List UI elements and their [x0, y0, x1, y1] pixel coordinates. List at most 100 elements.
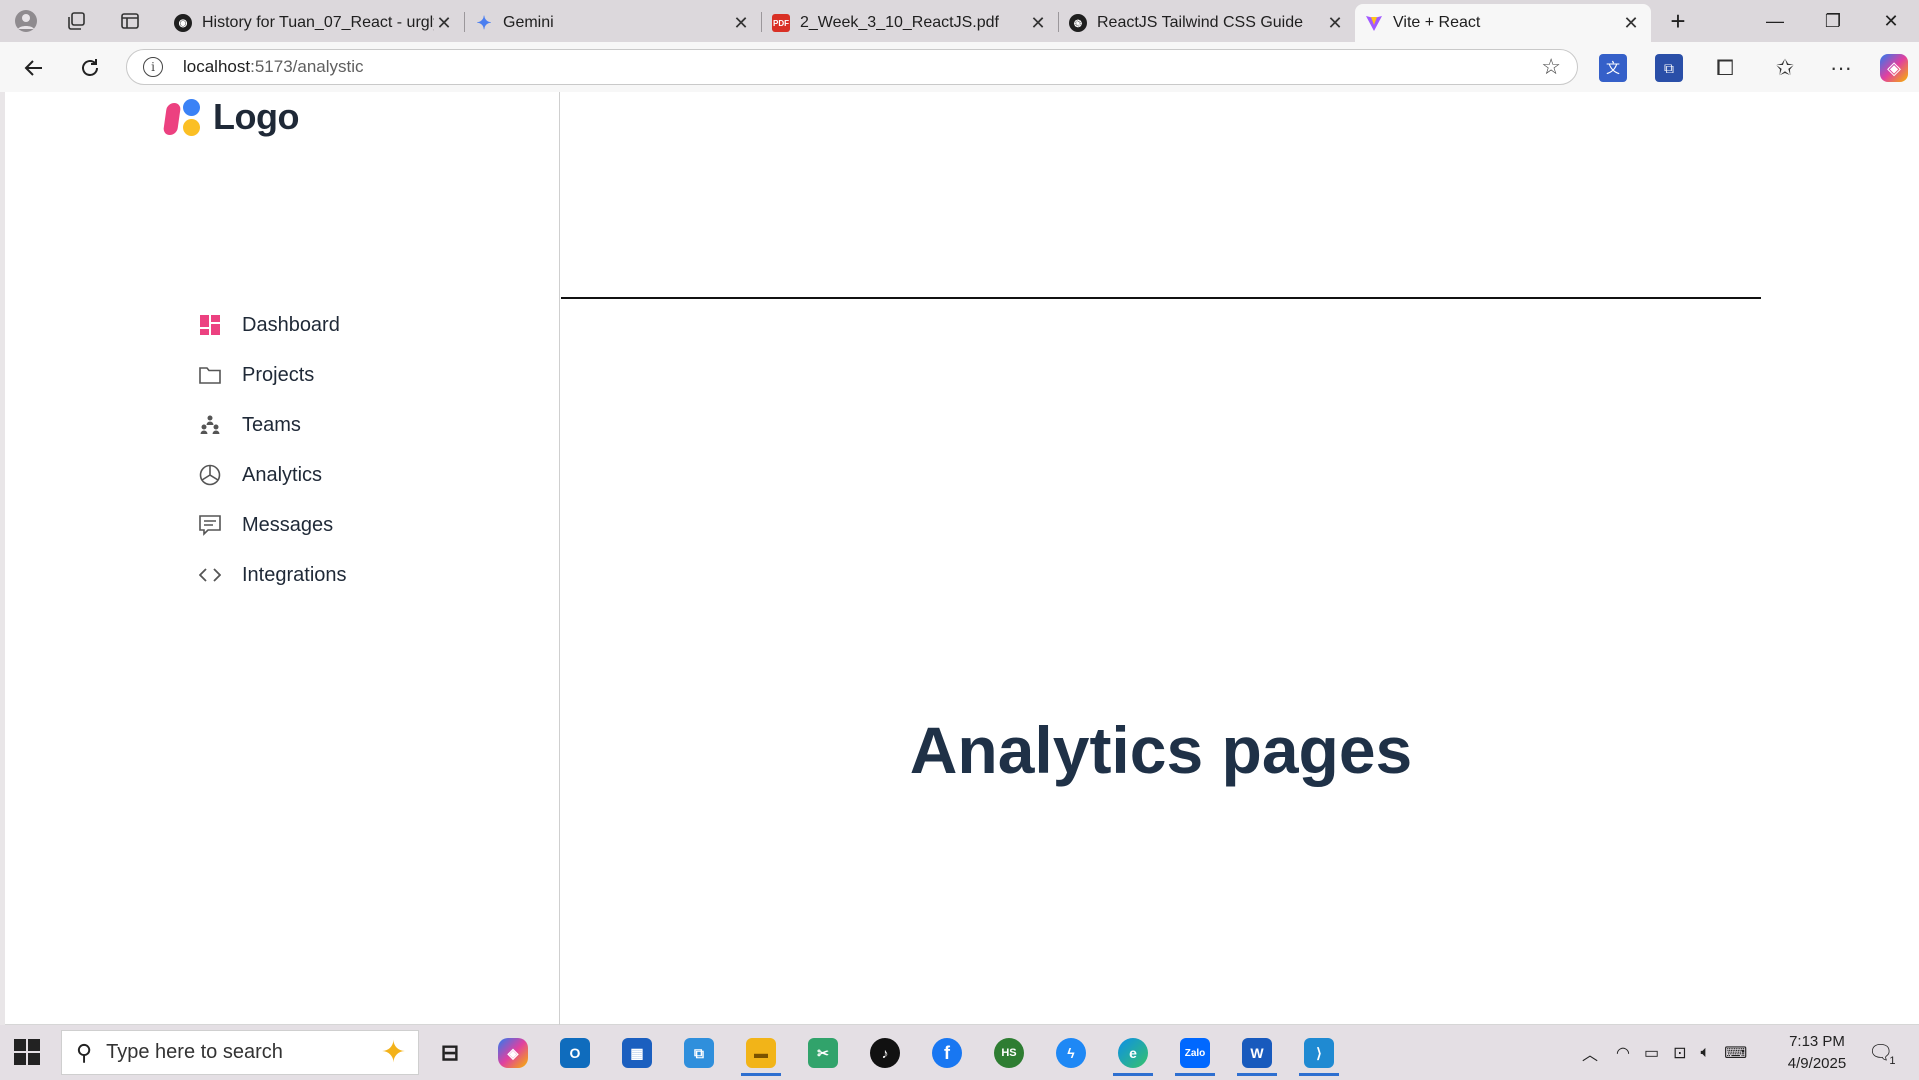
sidebar-item-label: Analytics [242, 463, 323, 486]
close-icon[interactable]: ✕ [1028, 13, 1048, 34]
pdf-icon: PDF [772, 14, 790, 32]
windows-taskbar: ⚲ Type here to search ✦ ⊟ ◈ O ▦ ⧉ ▬ ✂ ♪ … [0, 1025, 1919, 1080]
sidebar-item-integrations[interactable]: Integrations [197, 550, 347, 600]
url-path: :5173/analystic [250, 57, 364, 76]
volume-icon[interactable]: 🔈︎ [1701, 1044, 1711, 1062]
clock-time: 7:13 PM [1789, 1033, 1845, 1050]
tiktok-icon[interactable]: ♪ [860, 1033, 910, 1073]
taskbar-search[interactable]: ⚲ Type here to search ✦ [61, 1030, 419, 1075]
vscode-icon[interactable]: ⟩ [1294, 1033, 1344, 1076]
sidebar-item-label: Dashboard [242, 313, 340, 336]
reload-button[interactable] [74, 52, 106, 84]
tab-title: ReactJS Tailwind CSS Guide [1097, 14, 1304, 31]
close-window-button[interactable]: ✕ [1863, 0, 1919, 42]
clock-date: 4/9/2025 [1787, 1055, 1847, 1072]
sparkle-icon: ✦ [380, 1036, 406, 1069]
vite-icon [1365, 14, 1383, 32]
tab-title: History for Tuan_07_React - urgly [202, 14, 434, 31]
sidebar-item-label: Teams [242, 413, 301, 436]
pie-chart-icon [197, 462, 223, 488]
address-toolbar: i localhost:5173/analystic ☆ 文 ⧉ ⧠ ✩ ···… [0, 42, 1919, 92]
extension-icon[interactable]: ⧉ [1655, 54, 1683, 82]
facebook-icon[interactable]: f [922, 1033, 972, 1073]
tab-github[interactable]: ◉ History for Tuan_07_React - urgly ✕ [164, 4, 464, 42]
url-host: localhost [183, 57, 251, 76]
battery-icon[interactable]: ▭ [1644, 1043, 1659, 1063]
zalo-icon[interactable]: Zalo [1170, 1033, 1220, 1076]
tab-vite-react[interactable]: Vite + React ✕ [1355, 4, 1651, 42]
chevron-up-icon[interactable]: ︿ [1582, 1041, 1598, 1065]
info-icon[interactable]: i [143, 57, 163, 77]
code-icon [197, 562, 223, 588]
edge-icon[interactable]: e [1108, 1033, 1158, 1076]
url-field[interactable]: i localhost:5173/analystic ☆ [126, 49, 1578, 85]
search-placeholder: Type here to search [106, 1041, 283, 1063]
favorites-icon[interactable]: ✩ [1771, 54, 1799, 82]
copilot-icon[interactable]: ◈ [1880, 54, 1908, 82]
tab-title: Gemini [503, 14, 554, 31]
hs-app-icon[interactable]: HS [984, 1033, 1034, 1073]
header-divider [561, 297, 1761, 299]
page-title: Analytics pages [909, 713, 1413, 787]
chatgpt-icon: ֍ [1069, 14, 1087, 32]
outlook-icon[interactable]: O [550, 1033, 600, 1073]
close-icon[interactable]: ✕ [1325, 13, 1345, 34]
extensions-puzzle-icon[interactable]: ⧠ [1711, 54, 1739, 82]
gemini-icon: ✦ [476, 12, 492, 33]
search-icon: ⚲ [76, 1039, 93, 1065]
notification-center-icon[interactable]: 🗨︎ 1 [1868, 1025, 1896, 1080]
taskbar-clock[interactable]: 7:13 PM 4/9/2025 [1780, 1031, 1854, 1075]
sidebar-item-teams[interactable]: Teams [197, 400, 347, 450]
new-tab-button[interactable]: + [1650, 0, 1706, 42]
tab-title: Vite + React [1393, 14, 1481, 31]
logo-text: Logo [213, 96, 299, 137]
translate-icon[interactable]: 文 [1599, 54, 1627, 82]
folder-icon [197, 362, 223, 388]
tab-title: 2_Week_3_10_ReactJS.pdf [800, 14, 999, 31]
tab-chatgpt[interactable]: ֍ ReactJS Tailwind CSS Guide ✕ [1059, 4, 1355, 42]
sidebar-item-analytics[interactable]: Analytics [197, 450, 347, 500]
logo[interactable]: Logo [162, 96, 299, 138]
sidebar-item-label: Projects [242, 363, 315, 386]
browser-tab-bar: ◉ History for Tuan_07_React - urgly ✕ ✦ … [0, 0, 1919, 42]
message-icon [197, 512, 223, 538]
copilot-app-icon[interactable]: ◈ [488, 1033, 538, 1073]
profile-icon[interactable] [10, 6, 42, 36]
remote-desktop-icon[interactable]: ⧉ [674, 1033, 724, 1073]
back-button[interactable] [18, 52, 50, 84]
logo-mark-icon [162, 97, 205, 137]
close-icon[interactable]: ✕ [731, 13, 751, 34]
tab-gemini[interactable]: ✦ Gemini ✕ [465, 4, 761, 42]
messenger-icon[interactable]: ϟ [1046, 1033, 1096, 1073]
sidebar-item-messages[interactable]: Messages [197, 500, 347, 550]
restore-button[interactable]: ❐ [1805, 0, 1861, 42]
system-tray: ︿ ◠ ▭ ⊡ 🔈︎ ⌨ [1582, 1025, 1747, 1080]
keyboard-icon[interactable]: ⌨ [1724, 1043, 1747, 1063]
sidebar-item-label: Messages [242, 513, 334, 536]
windows-start-icon[interactable] [14, 1039, 40, 1065]
close-icon[interactable]: ✕ [434, 13, 454, 34]
more-menu-icon[interactable]: ··· [1827, 54, 1855, 82]
minimize-button[interactable]: — [1747, 0, 1803, 42]
page-viewport: Logo Dashboard Projects Teams Analytics … [5, 92, 1919, 1025]
sidebar-item-projects[interactable]: Projects [197, 350, 347, 400]
tab-actions-icon[interactable] [114, 6, 146, 36]
wifi-icon[interactable]: ◠ [1616, 1043, 1630, 1063]
store-icon[interactable]: ▦ [612, 1033, 662, 1073]
word-icon[interactable]: W [1232, 1033, 1282, 1076]
github-icon: ◉ [174, 14, 192, 32]
sidebar: Logo Dashboard Projects Teams Analytics … [5, 92, 560, 1025]
file-explorer-icon[interactable]: ▬ [736, 1033, 786, 1076]
close-icon[interactable]: ✕ [1621, 13, 1641, 34]
workspaces-icon[interactable] [60, 6, 92, 36]
dashboard-icon [197, 312, 223, 338]
tab-pdf[interactable]: PDF 2_Week_3_10_ReactJS.pdf ✕ [762, 4, 1058, 42]
network-icon[interactable]: ⊡ [1673, 1043, 1686, 1063]
task-view-icon[interactable]: ⊟ [425, 1033, 475, 1073]
snipping-tool-icon[interactable]: ✂ [798, 1033, 848, 1073]
sidebar-item-dashboard[interactable]: Dashboard [197, 300, 347, 350]
favorite-star-icon[interactable]: ☆ [1541, 54, 1561, 80]
main-content: Analytics pages [561, 92, 1919, 1025]
teams-icon [197, 412, 223, 438]
sidebar-nav: Dashboard Projects Teams Analytics Messa… [197, 300, 347, 600]
